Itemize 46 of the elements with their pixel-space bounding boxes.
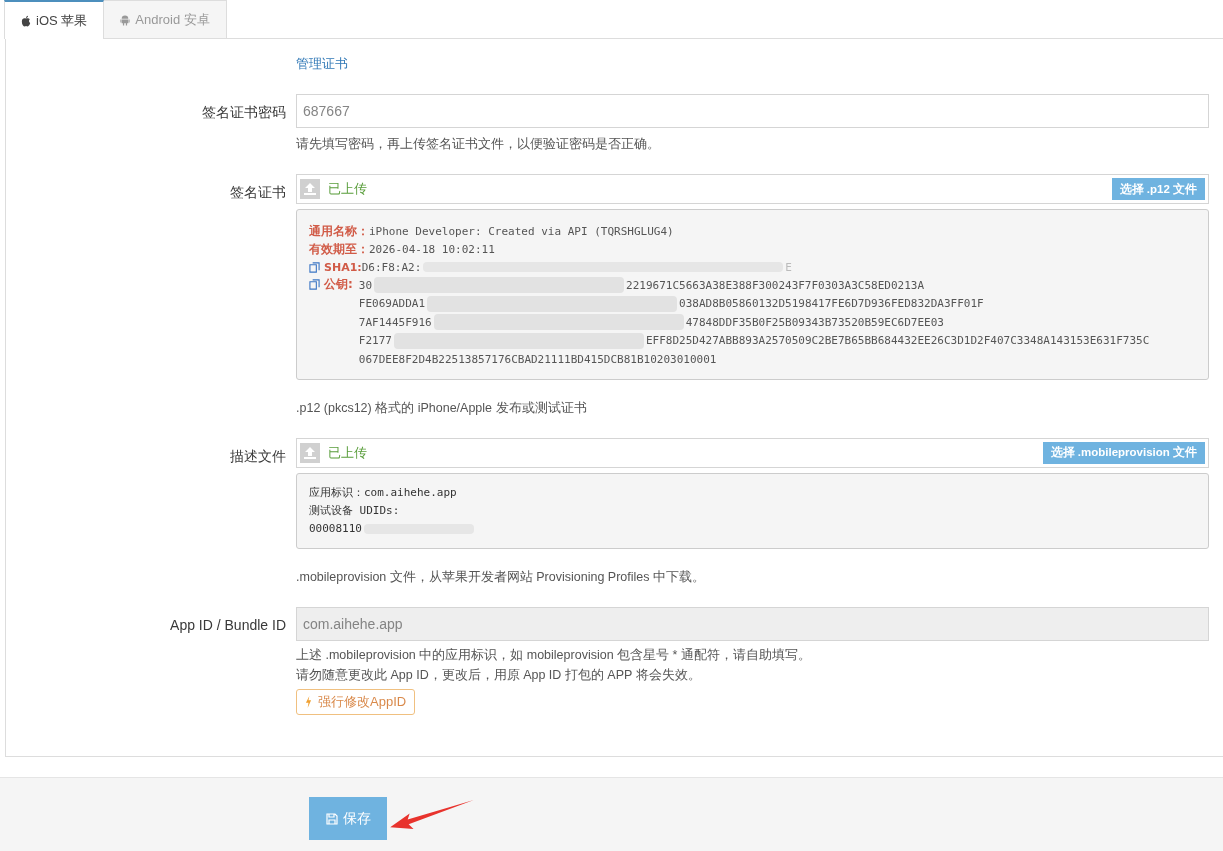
key-text: 47848DDF35B0F25B09343B73520B59EC6D7EE03 bbox=[685, 315, 944, 329]
upload-status: 已上传 bbox=[328, 180, 368, 198]
help-text: .mobileprovision 文件，从苹果开发者网站 Provisioning Profiles 中下载。 bbox=[296, 568, 706, 586]
detail-value: D6:F8:A2: bbox=[361, 260, 422, 274]
key-text: F2177 bbox=[358, 334, 392, 348]
key-text: 7AF1445F916 bbox=[358, 315, 432, 329]
key-text: FE069ADDA1 bbox=[358, 297, 426, 311]
tab[interactable]: iOS 苹果 bbox=[4, 0, 105, 39]
detail-key: 通用名称： bbox=[309, 222, 369, 240]
help-text: 请勿随意更改此 App ID，更改后，用原 App ID 打包的 APP 将会失效。 bbox=[296, 668, 702, 681]
detail-value: E bbox=[785, 260, 792, 274]
detail-text: 应用标识：com.aihehe.app bbox=[309, 485, 457, 500]
help-text: 请先填写密码，再上传签名证书文件，以便验证密码是否正确。 bbox=[296, 136, 661, 153]
field-label: 签名证书 bbox=[230, 184, 286, 200]
apple-icon bbox=[21, 14, 31, 27]
help-text: .p12 (pkcs12) 格式的 iPhone/Apple 发布或测试证书 bbox=[296, 399, 588, 417]
tab[interactable]: Android 安卓 bbox=[103, 0, 227, 38]
copy-icon[interactable] bbox=[309, 279, 320, 290]
detail-text: 测试设备 UDIDs: bbox=[309, 503, 400, 518]
manage-certificates-link[interactable]: 管理证书 bbox=[296, 55, 348, 73]
save-icon bbox=[325, 812, 338, 825]
field-label: 描述文件 bbox=[230, 447, 286, 464]
upload-icon bbox=[300, 179, 320, 199]
save-button[interactable]: 保存 bbox=[309, 797, 387, 840]
key-text: 30 bbox=[358, 278, 373, 292]
detail-value: iPhone Developer: Created via API (TQRSHGLUG4) bbox=[369, 224, 674, 238]
choose-file-button[interactable]: 选择 .p12 文件 bbox=[1111, 178, 1205, 200]
password-field[interactable]: 687667 bbox=[296, 94, 1209, 128]
help-text: 上述 .mobileprovision 中的应用标识，如 mobileprovision 包含星号 * 通配符，请自助填写。 bbox=[296, 648, 812, 661]
android-icon bbox=[120, 13, 131, 26]
detail-key: SHA1: bbox=[324, 260, 362, 274]
copy-icon[interactable] bbox=[309, 261, 320, 273]
field-label: App ID / Bundle ID bbox=[170, 616, 286, 633]
key-text: 2219671C5663A38E388F300243F7F0303A3C58ED0213A bbox=[626, 278, 925, 292]
field-label: 签名证书密码 bbox=[202, 104, 286, 120]
choose-file-button[interactable]: 选择 .mobileprovision 文件 bbox=[1042, 441, 1205, 464]
upload-status: 已上传 bbox=[328, 443, 368, 462]
detail-text: 00008110 bbox=[309, 522, 362, 535]
key-text: 067DEE8F2D4B22513857176CBAD21111BD415DCB81B10203010001 bbox=[358, 352, 717, 366]
lightning-icon bbox=[305, 695, 312, 708]
key-text: EFF8D25D427ABB893A2570509C2BE7B65BB684432EE26C3D1D2F407C3348A143153E631F735C bbox=[645, 334, 1150, 348]
detail-key: 有效期至： bbox=[309, 240, 369, 258]
detail-value: 2026-04-18 10:02:11 bbox=[369, 242, 495, 256]
upload-icon bbox=[300, 442, 320, 463]
detail-key: 公钥: bbox=[324, 276, 353, 293]
key-text: 038AD8B05860132D5198417FE6D7D936FED832DA3FF01F bbox=[679, 297, 984, 311]
